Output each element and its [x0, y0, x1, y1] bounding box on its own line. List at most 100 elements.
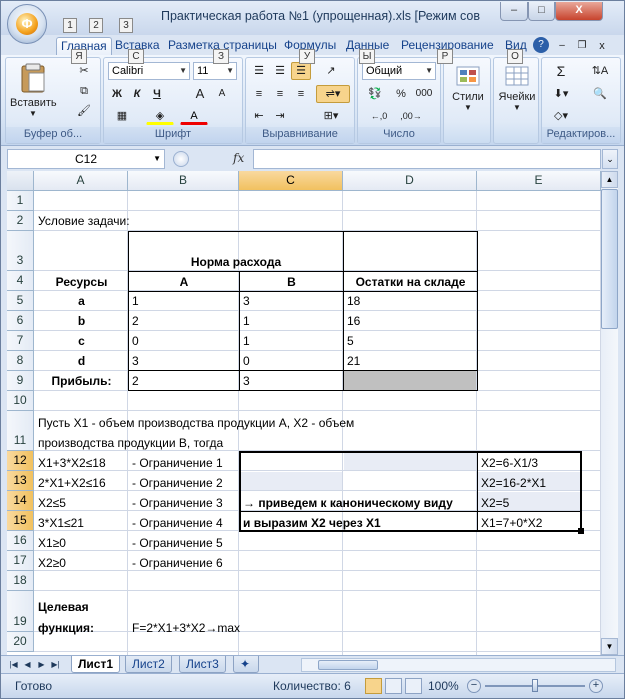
cells-button[interactable]: Ячейки ▼ — [494, 64, 540, 124]
insert-function-icon[interactable]: fx — [233, 151, 244, 165]
first-sheet-icon[interactable]: |◀ — [7, 658, 20, 671]
thousands-button[interactable]: 000 — [412, 85, 436, 103]
row-header-8[interactable]: 8 — [7, 351, 34, 371]
normal-view-icon[interactable] — [365, 678, 382, 694]
sheet-tab-3[interactable]: Лист3 — [179, 656, 226, 673]
col-header-e[interactable]: E — [477, 171, 601, 191]
col-header-c[interactable]: C — [239, 171, 343, 191]
close-button[interactable]: X — [555, 2, 603, 21]
formula-input[interactable] — [253, 149, 601, 169]
next-sheet-icon[interactable]: ▶ — [35, 658, 48, 671]
row-header-2[interactable]: 2 — [7, 211, 34, 231]
ribbon-close-icon[interactable]: x — [593, 37, 611, 53]
row-header-7[interactable]: 7 — [7, 331, 34, 351]
row-header-16[interactable]: 16 — [7, 531, 34, 551]
fill-handle[interactable] — [578, 528, 584, 534]
align-right-icon[interactable]: ≡ — [291, 85, 311, 103]
zoom-level[interactable]: 100% — [428, 679, 459, 693]
hscroll-thumb[interactable] — [318, 660, 378, 670]
font-name-select[interactable]: Calibri ▼ — [108, 62, 190, 80]
bold-button[interactable]: Ж — [108, 85, 126, 103]
col-header-d[interactable]: D — [343, 171, 477, 191]
insert-sheet-icon[interactable]: ✦ — [233, 656, 259, 673]
sheet-tab-2[interactable]: Лист2 — [125, 656, 172, 673]
cut-icon[interactable]: ✂ — [72, 62, 96, 80]
copy-icon[interactable]: ⧉ — [72, 82, 96, 100]
scroll-up-icon[interactable]: ▲ — [601, 171, 618, 188]
vertical-scrollbar[interactable]: ▲ ▼ — [601, 171, 618, 655]
last-sheet-icon[interactable]: ▶| — [49, 658, 62, 671]
page-layout-view-icon[interactable] — [385, 678, 402, 694]
font-size-select[interactable]: 11 ▼ — [193, 62, 237, 80]
scroll-thumb[interactable] — [601, 189, 618, 329]
help-icon[interactable]: ? — [533, 37, 549, 53]
ribbon-restore-icon[interactable]: ❐ — [573, 37, 591, 53]
fill-icon[interactable]: ⬇▾ — [548, 85, 574, 103]
sheet-tab-1[interactable]: Лист1 — [71, 656, 121, 673]
zoom-slider-thumb[interactable] — [532, 679, 538, 692]
col-header-b[interactable]: B — [128, 171, 239, 191]
row-header-11[interactable]: 11 — [7, 411, 34, 451]
row-header-13[interactable]: 13 — [7, 471, 34, 491]
shrink-font-button[interactable]: A — [212, 85, 232, 103]
office-button[interactable]: Ф — [7, 4, 47, 44]
find-select-icon[interactable]: 🔍 — [582, 85, 618, 103]
format-painter-icon[interactable]: 🖌 — [72, 102, 96, 120]
align-bottom-icon[interactable]: ☰ — [291, 62, 311, 80]
grow-font-button[interactable]: A — [190, 85, 210, 103]
orientation-icon[interactable]: ↗ — [316, 62, 346, 80]
percent-button[interactable]: % — [392, 85, 410, 103]
merge-cells-icon[interactable]: ⊞▾ — [316, 107, 346, 125]
font-color-icon[interactable]: A — [180, 107, 208, 125]
formula-cancel-icon[interactable] — [173, 151, 189, 167]
select-all-corner[interactable] — [7, 171, 34, 191]
row-header-12[interactable]: 12 — [7, 451, 34, 471]
row-header-5[interactable]: 5 — [7, 291, 34, 311]
increase-decimal-icon[interactable]: ←,0 — [366, 107, 392, 125]
row-header-10[interactable]: 10 — [7, 391, 34, 411]
prev-sheet-icon[interactable]: ◀ — [21, 658, 34, 671]
expand-formula-bar-icon[interactable]: ⌄ — [602, 149, 618, 169]
page-break-view-icon[interactable] — [405, 678, 422, 694]
fill-color-icon[interactable]: ◈ — [146, 107, 174, 125]
italic-button[interactable]: К — [128, 85, 146, 103]
row-header-14[interactable]: 14 — [7, 491, 34, 511]
name-box[interactable]: C12 ▼ — [7, 149, 165, 169]
number-format-select[interactable]: Общий ▼ — [362, 62, 436, 80]
row-header-9[interactable]: 9 — [7, 371, 34, 391]
col-header-a[interactable]: A — [34, 171, 128, 191]
row-header-18[interactable]: 18 — [7, 571, 34, 591]
row-header-4[interactable]: 4 — [7, 271, 34, 291]
align-top-icon[interactable]: ☰ — [249, 62, 269, 80]
sort-filter-icon[interactable]: ⇅A — [582, 62, 618, 80]
decrease-indent-icon[interactable]: ⇤ — [249, 107, 269, 125]
maximize-button[interactable]: □ — [528, 2, 555, 21]
row-header-15[interactable]: 15 — [7, 511, 34, 531]
underline-button[interactable]: Ч — [148, 85, 166, 103]
increase-indent-icon[interactable]: ⇥ — [270, 107, 290, 125]
horizontal-scrollbar[interactable] — [301, 658, 616, 672]
align-left-icon[interactable]: ≡ — [249, 85, 269, 103]
spreadsheet-grid[interactable]: A B C D E 1 2 3 4 5 6 7 8 9 10 11 12 13 14 15 16 17 18 19 2… — [7, 171, 601, 655]
paste-button[interactable]: Вставить ▼ — [10, 62, 57, 122]
borders-icon[interactable]: ▦ — [108, 107, 136, 125]
row-header-1[interactable]: 1 — [7, 191, 34, 211]
zoom-out-icon[interactable]: − — [467, 679, 481, 693]
row-header-6[interactable]: 6 — [7, 311, 34, 331]
autosum-button[interactable]: Σ — [548, 62, 574, 80]
decrease-decimal-icon[interactable]: ,00→ — [398, 107, 424, 125]
zoom-in-icon[interactable]: + — [589, 679, 603, 693]
clear-icon[interactable]: ◇▾ — [548, 107, 574, 125]
minimize-button[interactable]: – — [500, 2, 528, 21]
row-header-19[interactable]: 19 — [7, 591, 34, 632]
align-middle-icon[interactable]: ☰ — [270, 62, 290, 80]
row-header-20[interactable]: 20 — [7, 632, 34, 652]
currency-icon[interactable]: 💱 — [362, 85, 388, 103]
row-header-17[interactable]: 17 — [7, 551, 34, 571]
align-center-icon[interactable]: ≡ — [270, 85, 290, 103]
scroll-down-icon[interactable]: ▼ — [601, 638, 618, 655]
wrap-text-icon[interactable]: ⇌▾ — [316, 85, 350, 103]
row-header-3[interactable]: 3 — [7, 231, 34, 271]
styles-button[interactable]: Стили ▼ — [446, 64, 490, 124]
ribbon-minimize-icon[interactable]: – — [553, 37, 571, 53]
